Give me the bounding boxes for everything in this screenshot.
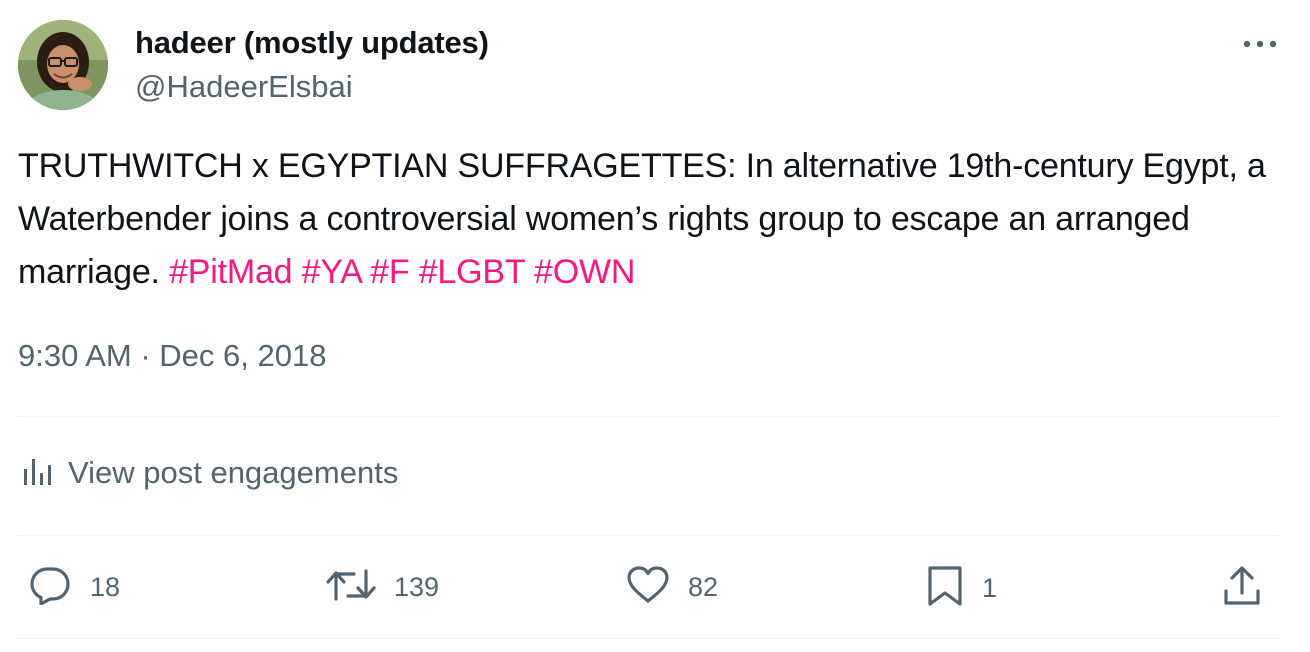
post-timestamp[interactable]: 9:30 AM · Dec 6, 2018	[18, 338, 326, 374]
reply-button[interactable]: 18	[28, 565, 120, 610]
like-count: 82	[688, 572, 719, 602]
author-display-name[interactable]: hadeer (mostly updates)	[135, 25, 489, 61]
hashtag-link[interactable]: #LGBT	[419, 253, 525, 291]
like-button[interactable]: 82	[626, 565, 718, 610]
bookmark-count: 1	[982, 573, 998, 603]
bookmark-button[interactable]: 1	[926, 565, 997, 612]
share-button[interactable]	[1222, 565, 1262, 612]
author-handle[interactable]: @HadeerElsbai	[135, 69, 353, 105]
avatar[interactable]	[18, 20, 108, 110]
reply-icon	[28, 565, 72, 610]
divider	[18, 535, 1278, 536]
hashtag-link[interactable]: #PitMad	[169, 253, 293, 291]
bookmark-icon	[926, 565, 964, 612]
hashtag-link[interactable]: #OWN	[534, 253, 635, 291]
engagements-label: View post engagements	[68, 455, 399, 490]
reply-count: 18	[90, 572, 121, 602]
divider	[18, 416, 1278, 417]
more-icon	[1243, 35, 1277, 53]
post-text: TRUTHWITCH x EGYPTIAN SUFFRAGETTES: In a…	[18, 140, 1278, 299]
like-icon	[626, 565, 670, 610]
share-icon	[1222, 566, 1262, 611]
view-engagements-link[interactable]: View post engagements	[22, 455, 398, 491]
more-options-button[interactable]	[1240, 32, 1280, 56]
analytics-icon	[22, 457, 52, 490]
repost-icon	[326, 565, 376, 610]
hashtag-link[interactable]: #YA	[302, 253, 361, 291]
divider	[18, 638, 1278, 639]
repost-count: 139	[394, 572, 440, 602]
tweet: hadeer (mostly updates) @HadeerElsbai TR…	[0, 0, 1310, 652]
repost-button[interactable]: 139	[326, 565, 439, 610]
hashtag-link[interactable]: #F	[370, 253, 409, 291]
